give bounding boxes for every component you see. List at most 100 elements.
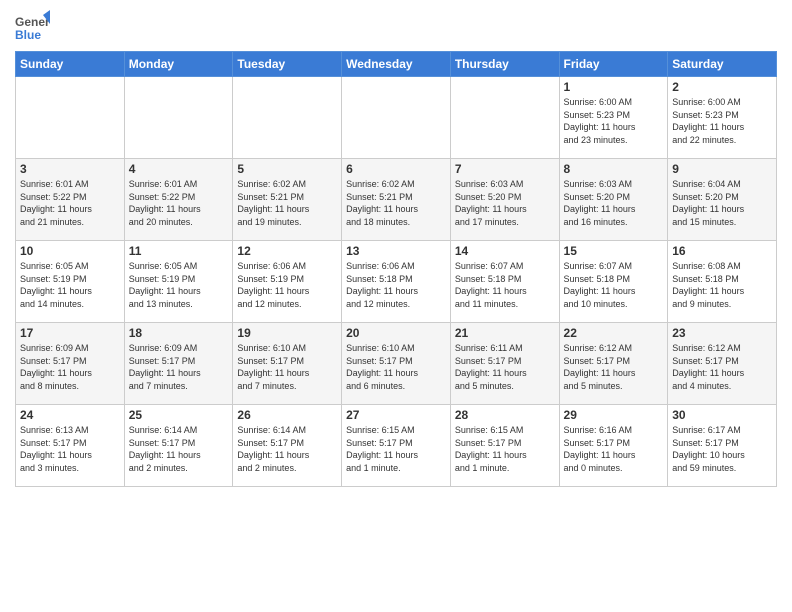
day-info: Sunrise: 6:07 AM Sunset: 5:18 PM Dayligh… <box>455 260 555 310</box>
day-header-saturday: Saturday <box>668 52 777 77</box>
calendar-cell: 1 Sunrise: 6:00 AM Sunset: 5:23 PM Daylig… <box>559 77 668 159</box>
day-number: 7 <box>455 162 555 176</box>
header: General Blue <box>15 10 777 45</box>
day-info: Sunrise: 6:17 AM Sunset: 5:17 PM Dayligh… <box>672 424 772 474</box>
day-info: Sunrise: 6:01 AM Sunset: 5:22 PM Dayligh… <box>20 178 120 228</box>
week-row-4: 24 Sunrise: 6:13 AM Sunset: 5:17 PM Dayli… <box>16 405 777 487</box>
calendar-cell: 22Sunrise: 6:12 AM Sunset: 5:17 PM Dayli… <box>559 323 668 405</box>
day-header-monday: Monday <box>124 52 233 77</box>
calendar-cell <box>342 77 451 159</box>
day-number: 20 <box>346 326 446 340</box>
week-row-2: 10 Sunrise: 6:05 AM Sunset: 5:19 PM Dayli… <box>16 241 777 323</box>
day-number: 17 <box>20 326 120 340</box>
day-info: Sunrise: 6:06 AM Sunset: 5:18 PM Dayligh… <box>346 260 446 310</box>
svg-text:Blue: Blue <box>15 28 41 42</box>
day-number: 2 <box>672 80 772 94</box>
logo-bird-icon: General Blue <box>15 10 50 45</box>
calendar-cell: 7 Sunrise: 6:03 AM Sunset: 5:20 PM Daylig… <box>450 159 559 241</box>
day-info: Sunrise: 6:13 AM Sunset: 5:17 PM Dayligh… <box>20 424 120 474</box>
calendar-cell: 20 Sunrise: 6:10 AM Sunset: 5:17 PM Dayli… <box>342 323 451 405</box>
day-info: Sunrise: 6:03 AM Sunset: 5:20 PM Dayligh… <box>455 178 555 228</box>
calendar-cell: 24 Sunrise: 6:13 AM Sunset: 5:17 PM Dayli… <box>16 405 125 487</box>
calendar-table: SundayMondayTuesdayWednesdayThursdayFrid… <box>15 51 777 487</box>
day-info: Sunrise: 6:00 AM Sunset: 5:23 PM Dayligh… <box>564 96 664 146</box>
calendar-cell <box>124 77 233 159</box>
day-number: 18 <box>129 326 229 340</box>
calendar-cell <box>16 77 125 159</box>
day-info: Sunrise: 6:05 AM Sunset: 5:19 PM Dayligh… <box>20 260 120 310</box>
day-info: Sunrise: 6:15 AM Sunset: 5:17 PM Dayligh… <box>455 424 555 474</box>
calendar-cell: 25Sunrise: 6:14 AM Sunset: 5:17 PM Dayli… <box>124 405 233 487</box>
calendar-cell <box>450 77 559 159</box>
day-header-tuesday: Tuesday <box>233 52 342 77</box>
calendar-cell: 12 Sunrise: 6:06 AM Sunset: 5:19 PM Dayli… <box>233 241 342 323</box>
day-number: 24 <box>20 408 120 422</box>
page-container: General Blue SundayMondayTuesdayWednesda… <box>0 0 792 492</box>
day-number: 26 <box>237 408 337 422</box>
calendar-cell: 6Sunrise: 6:02 AM Sunset: 5:21 PM Daylig… <box>342 159 451 241</box>
calendar-header-row: SundayMondayTuesdayWednesdayThursdayFrid… <box>16 52 777 77</box>
day-header-friday: Friday <box>559 52 668 77</box>
logo: General Blue <box>15 10 50 45</box>
day-number: 10 <box>20 244 120 258</box>
week-row-3: 17 Sunrise: 6:09 AM Sunset: 5:17 PM Dayli… <box>16 323 777 405</box>
day-number: 21 <box>455 326 555 340</box>
day-info: Sunrise: 6:15 AM Sunset: 5:17 PM Dayligh… <box>346 424 446 474</box>
calendar-cell: 5 Sunrise: 6:02 AM Sunset: 5:21 PM Daylig… <box>233 159 342 241</box>
day-info: Sunrise: 6:16 AM Sunset: 5:17 PM Dayligh… <box>564 424 664 474</box>
day-info: Sunrise: 6:03 AM Sunset: 5:20 PM Dayligh… <box>564 178 664 228</box>
calendar-cell: 17 Sunrise: 6:09 AM Sunset: 5:17 PM Dayli… <box>16 323 125 405</box>
day-number: 4 <box>129 162 229 176</box>
day-number: 29 <box>564 408 664 422</box>
day-info: Sunrise: 6:08 AM Sunset: 5:18 PM Dayligh… <box>672 260 772 310</box>
week-row-1: 3 Sunrise: 6:01 AM Sunset: 5:22 PM Daylig… <box>16 159 777 241</box>
calendar-cell: 21 Sunrise: 6:11 AM Sunset: 5:17 PM Dayli… <box>450 323 559 405</box>
calendar-cell: 10 Sunrise: 6:05 AM Sunset: 5:19 PM Dayli… <box>16 241 125 323</box>
calendar-cell: 4Sunrise: 6:01 AM Sunset: 5:22 PM Daylig… <box>124 159 233 241</box>
day-number: 12 <box>237 244 337 258</box>
day-info: Sunrise: 6:04 AM Sunset: 5:20 PM Dayligh… <box>672 178 772 228</box>
day-number: 22 <box>564 326 664 340</box>
day-number: 6 <box>346 162 446 176</box>
day-header-wednesday: Wednesday <box>342 52 451 77</box>
calendar-cell: 2Sunrise: 6:00 AM Sunset: 5:23 PM Daylig… <box>668 77 777 159</box>
day-info: Sunrise: 6:11 AM Sunset: 5:17 PM Dayligh… <box>455 342 555 392</box>
day-number: 30 <box>672 408 772 422</box>
day-info: Sunrise: 6:12 AM Sunset: 5:17 PM Dayligh… <box>672 342 772 392</box>
calendar-cell: 30 Sunrise: 6:17 AM Sunset: 5:17 PM Dayli… <box>668 405 777 487</box>
day-header-thursday: Thursday <box>450 52 559 77</box>
calendar-cell: 26 Sunrise: 6:14 AM Sunset: 5:17 PM Dayli… <box>233 405 342 487</box>
day-info: Sunrise: 6:07 AM Sunset: 5:18 PM Dayligh… <box>564 260 664 310</box>
day-header-sunday: Sunday <box>16 52 125 77</box>
day-number: 19 <box>237 326 337 340</box>
calendar-cell <box>233 77 342 159</box>
calendar-cell: 11Sunrise: 6:05 AM Sunset: 5:19 PM Dayli… <box>124 241 233 323</box>
day-info: Sunrise: 6:05 AM Sunset: 5:19 PM Dayligh… <box>129 260 229 310</box>
day-number: 9 <box>672 162 772 176</box>
calendar-cell: 23Sunrise: 6:12 AM Sunset: 5:17 PM Dayli… <box>668 323 777 405</box>
day-number: 8 <box>564 162 664 176</box>
day-number: 15 <box>564 244 664 258</box>
calendar-cell: 3 Sunrise: 6:01 AM Sunset: 5:22 PM Daylig… <box>16 159 125 241</box>
day-number: 27 <box>346 408 446 422</box>
week-row-0: 1 Sunrise: 6:00 AM Sunset: 5:23 PM Daylig… <box>16 77 777 159</box>
day-number: 5 <box>237 162 337 176</box>
day-info: Sunrise: 6:09 AM Sunset: 5:17 PM Dayligh… <box>20 342 120 392</box>
day-info: Sunrise: 6:10 AM Sunset: 5:17 PM Dayligh… <box>237 342 337 392</box>
day-info: Sunrise: 6:10 AM Sunset: 5:17 PM Dayligh… <box>346 342 446 392</box>
day-info: Sunrise: 6:14 AM Sunset: 5:17 PM Dayligh… <box>237 424 337 474</box>
day-number: 1 <box>564 80 664 94</box>
day-info: Sunrise: 6:02 AM Sunset: 5:21 PM Dayligh… <box>237 178 337 228</box>
day-number: 16 <box>672 244 772 258</box>
day-info: Sunrise: 6:14 AM Sunset: 5:17 PM Dayligh… <box>129 424 229 474</box>
day-number: 28 <box>455 408 555 422</box>
day-number: 14 <box>455 244 555 258</box>
calendar-cell: 19 Sunrise: 6:10 AM Sunset: 5:17 PM Dayli… <box>233 323 342 405</box>
day-number: 3 <box>20 162 120 176</box>
calendar-cell: 28 Sunrise: 6:15 AM Sunset: 5:17 PM Dayli… <box>450 405 559 487</box>
day-number: 13 <box>346 244 446 258</box>
calendar-cell: 8 Sunrise: 6:03 AM Sunset: 5:20 PM Daylig… <box>559 159 668 241</box>
calendar-cell: 15 Sunrise: 6:07 AM Sunset: 5:18 PM Dayli… <box>559 241 668 323</box>
calendar-cell: 16 Sunrise: 6:08 AM Sunset: 5:18 PM Dayli… <box>668 241 777 323</box>
day-info: Sunrise: 6:06 AM Sunset: 5:19 PM Dayligh… <box>237 260 337 310</box>
